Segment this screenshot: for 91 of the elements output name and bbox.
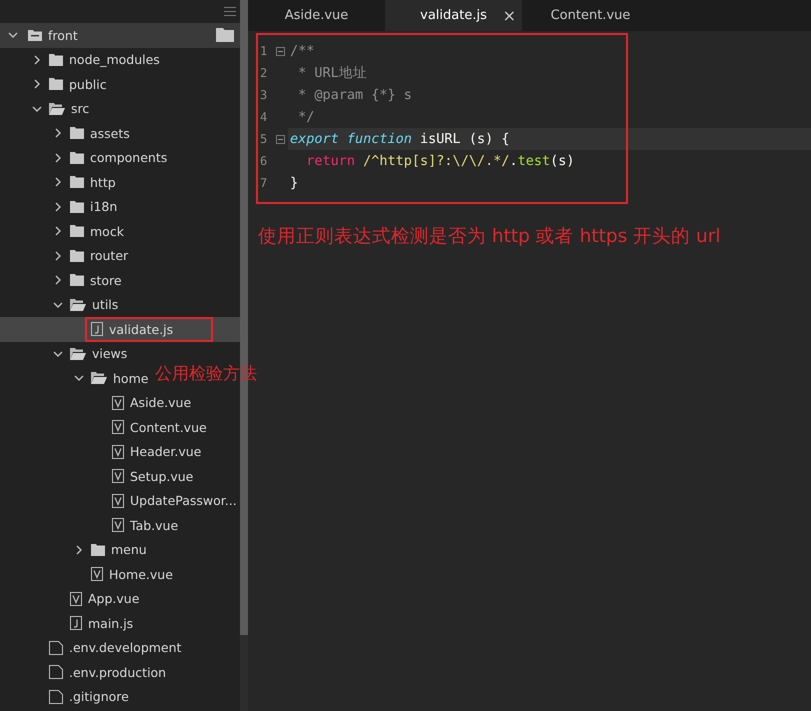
chevron-icon	[53, 300, 63, 310]
file-icon	[49, 640, 63, 655]
folder-icon	[28, 29, 42, 42]
v-file-icon	[112, 469, 124, 484]
line-number: 4	[259, 110, 268, 124]
tree-item[interactable]: store	[0, 268, 122, 292]
open-folder-icon	[70, 298, 86, 311]
line-number: 3	[259, 88, 268, 102]
tree-item[interactable]: utils	[0, 292, 118, 317]
tree-item[interactable]: public	[0, 72, 107, 96]
close-button[interactable]: ×	[502, 6, 516, 25]
tree-item[interactable]: .gitignore	[0, 684, 129, 709]
tree-item[interactable]: src	[0, 96, 90, 121]
code-line: return /^http[s]?:\/\/.*/.test(s)	[305, 153, 575, 169]
folder-icon	[216, 28, 234, 42]
chevron-icon	[53, 250, 63, 261]
line-number: 6	[259, 154, 268, 168]
folder-icon	[70, 127, 84, 140]
tree-item[interactable]: assets	[0, 121, 130, 146]
tree-item[interactable]: views	[0, 342, 128, 366]
tree-item[interactable]: Home.vue	[0, 562, 173, 586]
tree-item[interactable]: menu	[0, 538, 147, 562]
folder-icon	[70, 176, 84, 188]
tree-item[interactable]: http	[0, 170, 116, 194]
v-file-icon	[91, 567, 103, 582]
chevron-icon	[53, 177, 63, 188]
open-folder-icon	[49, 102, 65, 115]
folder-icon	[70, 225, 84, 238]
tree-item[interactable]: main.js	[0, 611, 134, 636]
chevron-icon	[32, 104, 42, 114]
code-line: * @param {*} s	[297, 87, 412, 103]
tree-item[interactable]: front	[0, 23, 240, 48]
tree-item[interactable]: UpdatePasswor...	[0, 488, 237, 513]
tree-item[interactable]: validate.js	[0, 317, 240, 342]
v-file-icon	[112, 444, 124, 459]
chevron-icon	[53, 348, 63, 359]
open-folder-icon	[70, 348, 86, 360]
folder-icon	[70, 250, 84, 262]
code-line: }	[290, 175, 298, 191]
folder-icon	[70, 152, 84, 164]
tree-item[interactable]: i18n	[0, 194, 118, 219]
folder-icon	[70, 274, 84, 286]
folder-icon	[91, 544, 105, 556]
chevron-icon	[53, 152, 63, 163]
tree-item[interactable]: Setup.vue	[0, 464, 194, 488]
folder-icon	[49, 78, 63, 90]
tree-item[interactable]: Tab.vue	[0, 513, 178, 538]
tree-item[interactable]: mock	[0, 219, 124, 244]
tree-item[interactable]: Header.vue	[0, 440, 202, 464]
tree-item[interactable]: node_modules	[0, 48, 160, 72]
chevron-icon	[53, 275, 63, 286]
chevron-icon	[53, 226, 63, 236]
tree-item[interactable]: Aside.vue	[0, 390, 192, 415]
code-line: * URL地址	[297, 64, 367, 82]
code-line: export function isURL (s) {	[290, 131, 510, 147]
tree-item[interactable]: home	[0, 366, 148, 390]
code-line: /**	[290, 43, 314, 59]
chevron-icon	[74, 373, 84, 384]
tree-item[interactable]: App.vue	[0, 586, 140, 611]
folder-icon	[49, 54, 63, 66]
tree-item[interactable]: router	[0, 244, 128, 268]
line-number: 5	[259, 132, 268, 146]
tree-item[interactable]: components	[0, 146, 168, 170]
open-folder-icon	[91, 372, 107, 384]
file-icon	[49, 690, 63, 704]
v-file-icon	[112, 396, 124, 410]
line-number: 2	[259, 66, 268, 80]
line-number: 1	[259, 44, 268, 58]
code-line: */	[297, 109, 314, 125]
j-file-icon	[70, 616, 82, 630]
tree-item[interactable]: Content.vue	[0, 415, 207, 440]
v-file-icon	[112, 494, 124, 508]
file-icon	[49, 665, 63, 680]
tree-item[interactable]: .env.development	[0, 636, 182, 660]
chevron-icon	[53, 202, 63, 212]
chevron-icon	[74, 544, 84, 555]
v-file-icon	[112, 420, 124, 434]
chevron-icon	[32, 79, 42, 90]
editor-tab[interactable]: validate.js ×	[385, 0, 522, 31]
annotation-text: 使用正则表达式检测是否为 http 或者 https 开头的 url	[258, 225, 720, 248]
chevron-icon	[53, 128, 63, 138]
chevron-icon	[32, 54, 42, 65]
v-file-icon	[70, 592, 82, 606]
folder-icon	[70, 200, 84, 213]
j-file-icon	[91, 322, 103, 336]
chevron-icon	[8, 30, 18, 40]
line-number: 7	[259, 176, 268, 190]
annotation-text: 公用检验方法	[155, 363, 257, 385]
tree-item[interactable]: .env.production	[0, 660, 166, 684]
v-file-icon	[112, 518, 124, 532]
menu-icon[interactable]	[224, 7, 236, 16]
